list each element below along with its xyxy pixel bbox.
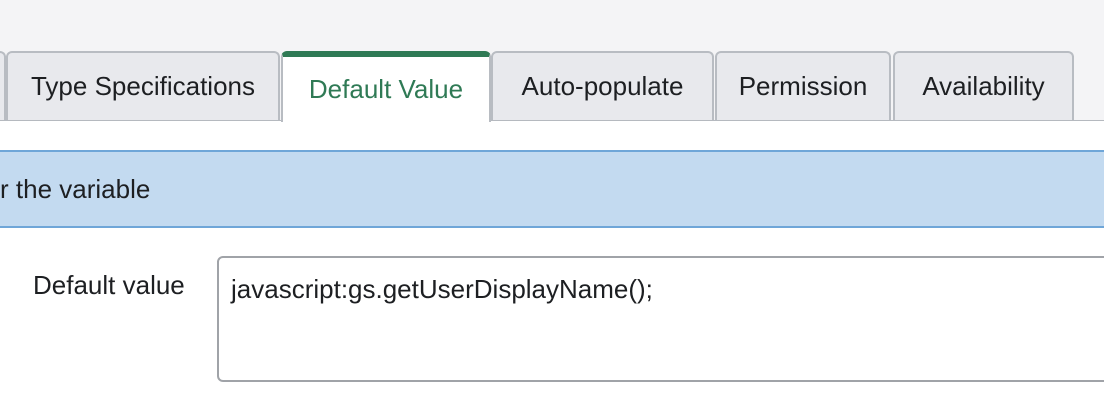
tab-bar-divider — [0, 120, 1104, 121]
default-value-label: Default value — [33, 270, 185, 300]
section-banner: r the variable — [0, 150, 1104, 228]
section-banner-text: r the variable — [0, 173, 151, 204]
default-value-textarea[interactable]: javascript:gs.getUserDisplayName(); — [217, 256, 1104, 382]
tab-permission[interactable]: Permission — [715, 51, 891, 120]
tab-auto-populate[interactable]: Auto-populate — [491, 51, 714, 120]
tab-availability[interactable]: Availability — [893, 51, 1074, 120]
tab-type-specifications[interactable]: Type Specifications — [6, 51, 280, 120]
tab-default-value[interactable]: Default Value — [281, 51, 491, 122]
